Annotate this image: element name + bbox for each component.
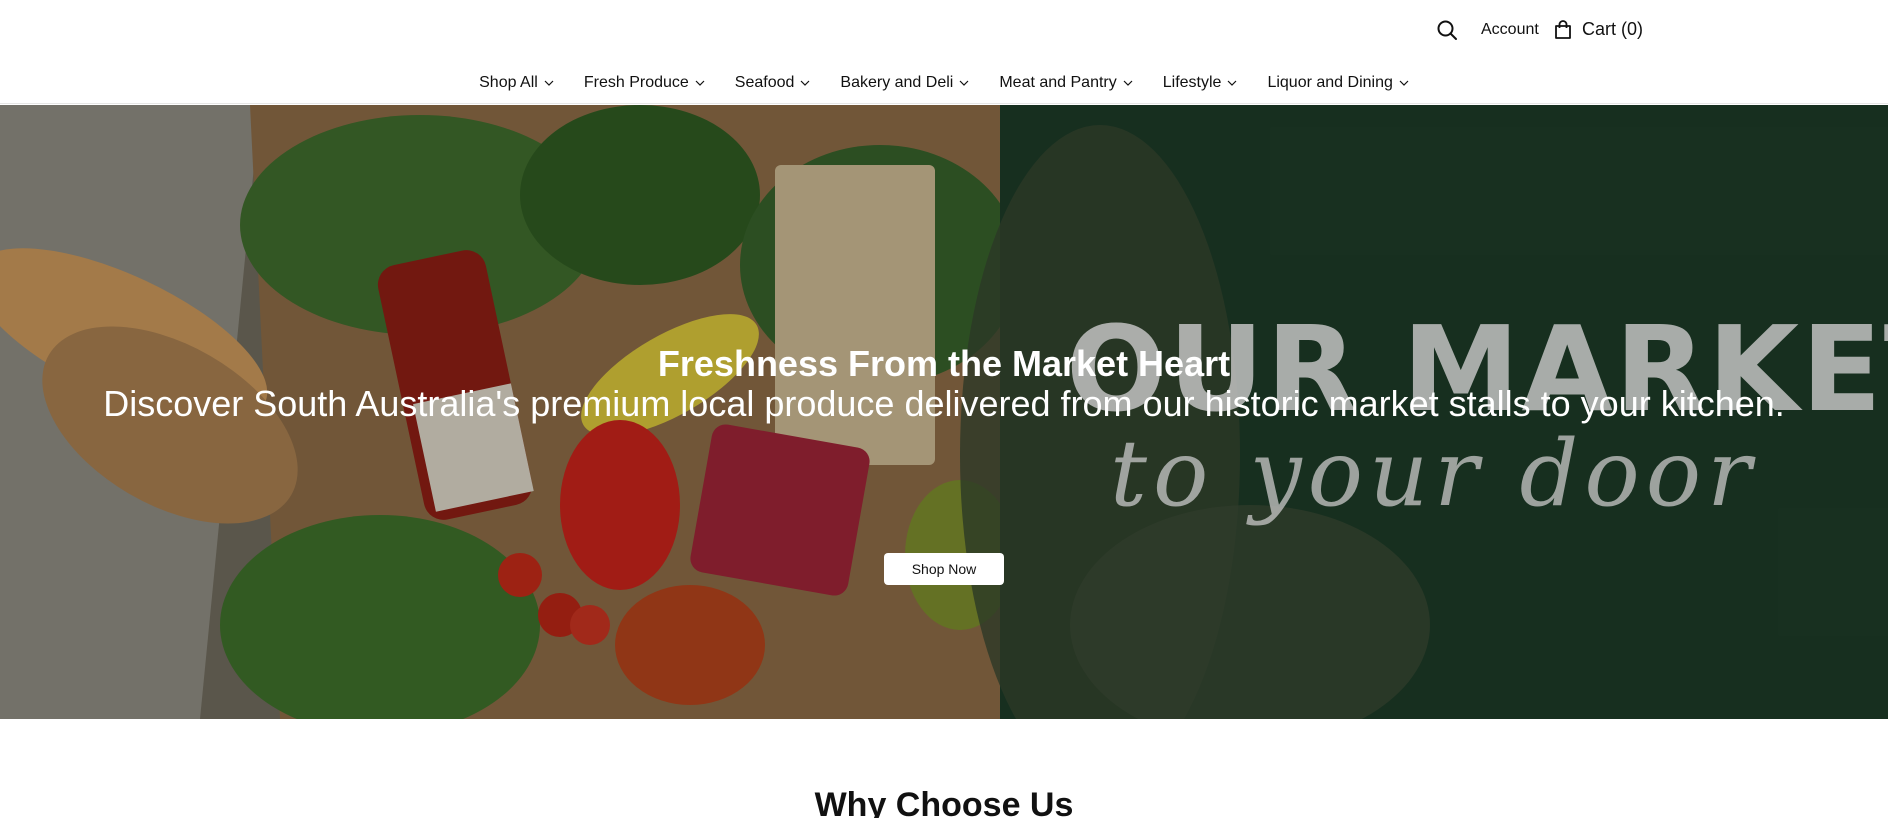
chevron-down-icon <box>800 80 810 86</box>
nav-item-seafood[interactable]: Seafood <box>720 62 826 104</box>
nav-item-label: Bakery and Deli <box>840 73 954 91</box>
shopping-bag-icon <box>1554 19 1572 40</box>
nav-item-label: Liquor and Dining <box>1267 73 1393 91</box>
nav-item-label: Meat and Pantry <box>999 73 1117 91</box>
account-link[interactable]: Account <box>1481 21 1539 39</box>
hero-title: Freshness From the Market Heart <box>657 343 1231 384</box>
chevron-down-icon <box>959 80 969 86</box>
nav-item-fresh-produce[interactable]: Fresh Produce <box>569 62 720 104</box>
chevron-down-icon <box>1399 80 1409 86</box>
hero-image-text-to-your-door: to your door <box>1110 420 1758 527</box>
cart-label: Cart (0) <box>1582 19 1644 39</box>
main-navigation: Shop All Fresh Produce Seafood Bakery an… <box>0 62 1888 104</box>
nav-item-label: Seafood <box>734 73 795 91</box>
why-choose-us-heading: Why Choose Us <box>814 786 1074 818</box>
nav-item-label: Lifestyle <box>1162 73 1222 91</box>
chevron-down-icon <box>1227 80 1237 86</box>
nav-item-shop-all[interactable]: Shop All <box>464 62 569 104</box>
nav-item-label: Fresh Produce <box>583 73 689 91</box>
nav-item-bakery-and-deli[interactable]: Bakery and Deli <box>825 62 984 104</box>
nav-item-liquor-and-dining[interactable]: Liquor and Dining <box>1252 62 1423 104</box>
cart-link[interactable]: Cart (0) <box>1554 19 1643 40</box>
top-utility-bar: Account Cart (0) <box>0 0 1888 62</box>
chevron-down-icon <box>544 80 554 86</box>
search-icon[interactable] <box>1436 19 1460 43</box>
nav-item-label: Shop All <box>479 73 538 91</box>
chevron-down-icon <box>1123 80 1133 86</box>
shop-now-button[interactable]: Shop Now <box>884 553 1004 585</box>
hero-subtitle: Discover South Australia's premium local… <box>103 383 1785 424</box>
chevron-down-icon <box>695 80 705 86</box>
nav-item-meat-and-pantry[interactable]: Meat and Pantry <box>984 62 1147 104</box>
nav-item-lifestyle[interactable]: Lifestyle <box>1148 62 1253 104</box>
hero-banner: OUR MARKET to your door Freshness From t… <box>0 105 1888 719</box>
